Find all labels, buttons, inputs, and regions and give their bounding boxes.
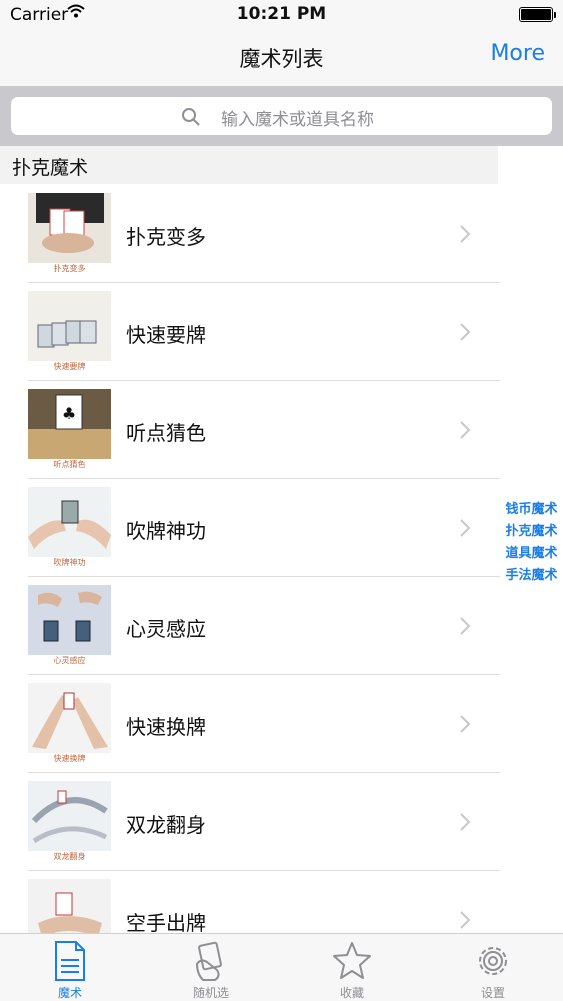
thumbnail-caption: 双龙翻身 — [28, 851, 111, 863]
list-item[interactable]: 扑克变多 扑克变多 — [0, 185, 500, 283]
thumbnail-image: 双龙翻身 — [28, 781, 111, 863]
item-title: 心灵感应 — [126, 617, 206, 641]
chevron-right-icon — [459, 224, 471, 248]
search-placeholder: 输入魔术或道具名称 — [221, 110, 374, 130]
status-bar: Carrier 10:21 PM — [0, 0, 563, 30]
tab-magic[interactable]: 魔术 — [0, 934, 140, 1001]
search-icon — [181, 107, 201, 131]
list-item[interactable]: 心灵感应 心灵感应 — [0, 577, 500, 675]
list-item[interactable]: 双龙翻身 双龙翻身 — [0, 773, 500, 871]
chevron-right-icon — [459, 812, 471, 836]
page-title: 魔术列表 — [239, 47, 324, 71]
more-button[interactable]: More — [490, 41, 545, 66]
tab-label: 设置 — [480, 986, 505, 1000]
thumbnail-image: 心灵感应 — [28, 585, 111, 667]
document-icon — [50, 940, 90, 986]
list-item[interactable]: 快速要牌 快速要牌 — [0, 283, 500, 381]
thumbnail-caption: 听点猜色 — [28, 459, 111, 471]
tab-favorites[interactable]: 收藏 — [282, 934, 422, 1001]
item-title: 吹牌神功 — [126, 519, 206, 543]
tab-bar: 魔术 随机选 收藏 设置 — [0, 933, 563, 1001]
index-item-coin[interactable]: 钱币魔术 — [500, 499, 563, 521]
tab-label: 魔术 — [57, 986, 82, 1000]
section-index: 钱币魔术 扑克魔术 道具魔术 手法魔术 — [500, 499, 563, 587]
section-title: 扑克魔术 — [12, 157, 89, 179]
list-item[interactable]: ♣ 听点猜色 听点猜色 — [0, 381, 500, 479]
search-bar: 输入魔术或道具名称 — [0, 86, 563, 146]
chevron-right-icon — [459, 714, 471, 738]
chevron-right-icon — [459, 518, 471, 542]
item-title: 空手出牌 — [126, 911, 206, 935]
index-item-props[interactable]: 道具魔术 — [500, 543, 563, 565]
thumbnail-caption: 快速要牌 — [28, 361, 111, 373]
thumbnail-image: 吹牌神功 — [28, 487, 111, 569]
item-title: 双龙翻身 — [126, 813, 206, 837]
battery-icon — [519, 7, 556, 22]
tab-label: 收藏 — [339, 986, 364, 1000]
index-item-poker[interactable]: 扑克魔术 — [500, 521, 563, 543]
thumbnail-image: ♣ 听点猜色 — [28, 389, 111, 471]
list-item[interactable]: 吹牌神功 吹牌神功 — [0, 479, 500, 577]
search-input[interactable]: 输入魔术或道具名称 — [11, 97, 552, 135]
thumbnail-image: 扑克变多 — [28, 193, 111, 275]
item-title: 听点猜色 — [126, 421, 206, 445]
index-item-sleight[interactable]: 手法魔术 — [500, 565, 563, 587]
navigation-bar: 魔术列表 More — [0, 30, 563, 86]
random-hand-icon — [191, 940, 231, 986]
tab-label: 随机选 — [192, 986, 229, 1000]
gear-icon — [473, 940, 513, 986]
svg-text:♣: ♣ — [62, 404, 76, 423]
thumbnail-caption: 吹牌神功 — [28, 557, 111, 569]
item-title: 快速要牌 — [126, 323, 206, 347]
thumbnail-image: 快速换牌 — [28, 683, 111, 765]
list-item[interactable]: 快速换牌 快速换牌 — [0, 675, 500, 773]
tab-settings[interactable]: 设置 — [423, 934, 563, 1001]
item-title: 快速换牌 — [126, 715, 206, 739]
star-icon — [332, 940, 372, 986]
chevron-right-icon — [459, 616, 471, 640]
item-title: 扑克变多 — [126, 225, 206, 249]
thumbnail-caption: 心灵感应 — [28, 655, 111, 667]
section-header: 扑克魔术 — [0, 146, 498, 184]
chevron-right-icon — [459, 420, 471, 444]
chevron-right-icon — [459, 322, 471, 346]
thumbnail-caption: 快速换牌 — [28, 753, 111, 765]
chevron-right-icon — [459, 910, 471, 934]
status-time: 10:21 PM — [236, 4, 327, 24]
thumbnail-image: 快速要牌 — [28, 291, 111, 373]
tab-random[interactable]: 随机选 — [141, 934, 281, 1001]
thumbnail-caption: 扑克变多 — [28, 263, 111, 275]
